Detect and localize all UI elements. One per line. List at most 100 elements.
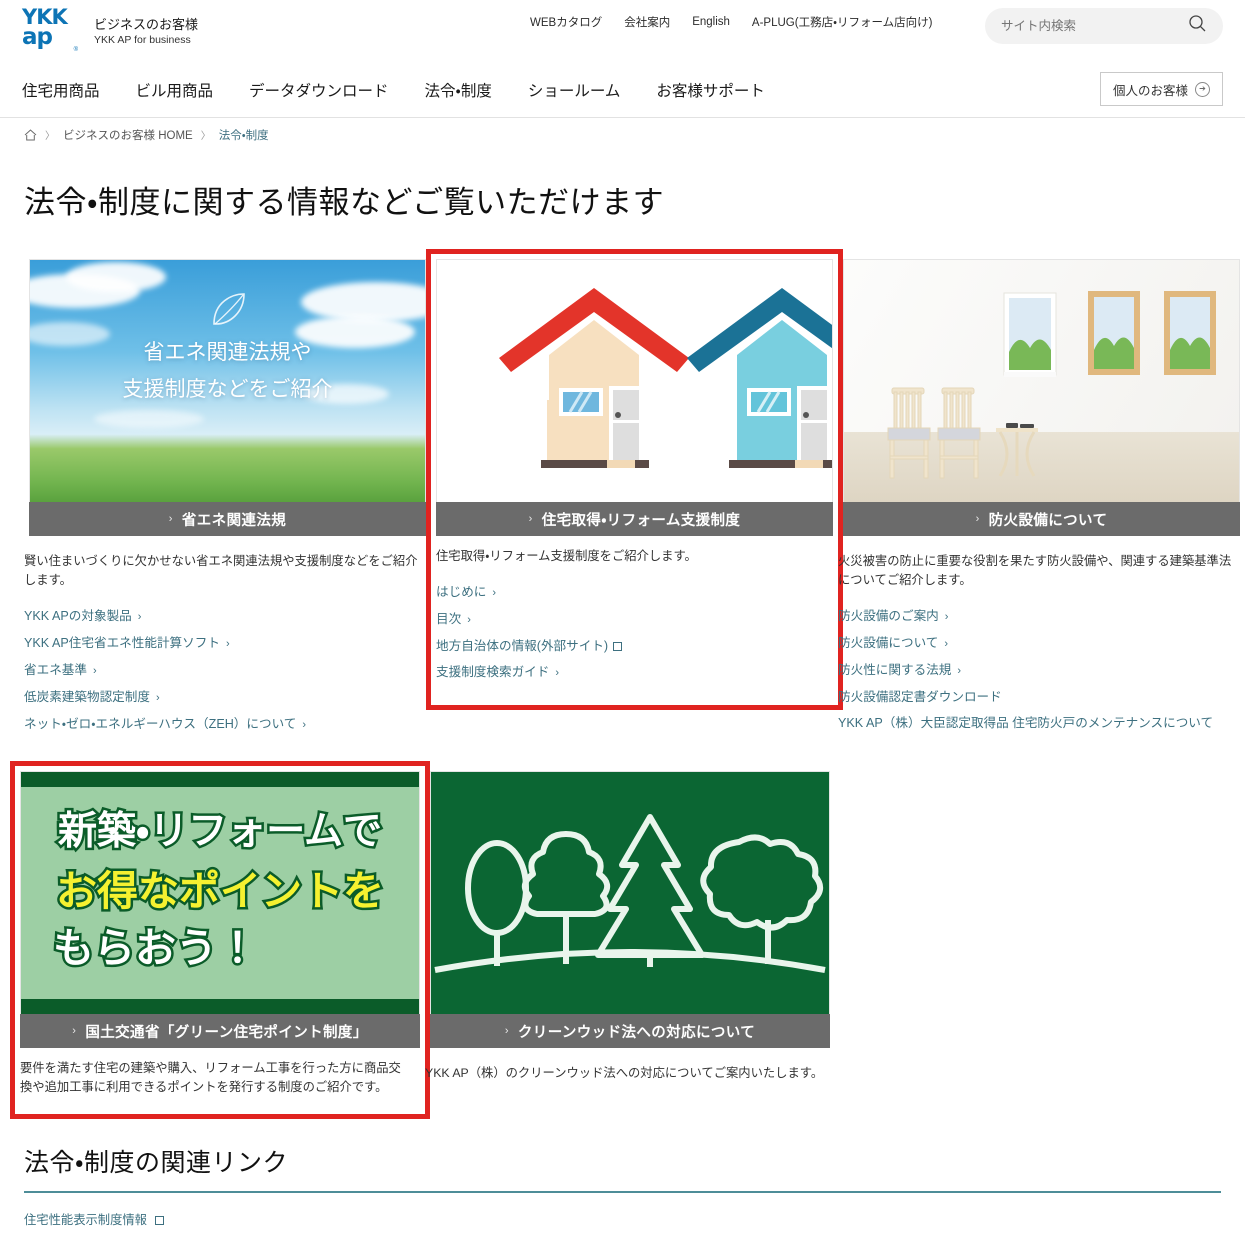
banner-bottom-band: [21, 999, 419, 1014]
related-links-title: 法令・制度の関連リンク: [24, 1149, 289, 1177]
card-column-empty: [835, 766, 1245, 1114]
card-title-bar-green-points[interactable]: › 国土交通省「グリーン住宅ポイント制度」: [20, 1014, 420, 1048]
card-description-housing-support: 住宅取得・リフォーム支援制度をご紹介します。: [436, 549, 697, 563]
link-table-of-contents[interactable]: 目次 ›: [436, 606, 833, 633]
utility-bar: YKK ap ® ビジネスのお客様 YKK AP for business WE…: [0, 0, 1245, 62]
card-grid-row-2: 新築・リフォームで お得なポイントを もらおう！ › 国土交通省「グリーン住宅ポ…: [0, 761, 1245, 1119]
link-energy-calc-software[interactable]: YKK AP住宅省エネ性能計算ソフト ›: [24, 630, 431, 657]
link-label: 住宅性能表示制度情報: [24, 1213, 147, 1227]
banner-line-2: お得なポイントを: [54, 865, 387, 918]
room-with-windows-photo: [844, 260, 1239, 502]
chevron-right-icon: ›: [975, 513, 980, 525]
link-label: 防火設備について: [838, 636, 939, 650]
link-label: YKK AP（株）大臣認定取得品 住宅防火戸のメンテナンスについて: [838, 716, 1214, 730]
card-links-energy-saving: YKK APの対象製品 › YKK AP住宅省エネ性能計算ソフト › 省エネ基準 › …: [24, 603, 431, 738]
link-fire-equipment-guide[interactable]: 防火設備のご案内 ›: [838, 603, 1245, 630]
link-fire-door-maintenance[interactable]: YKK AP（株）大臣認定取得品 住宅防火戸のメンテナンスについて: [838, 710, 1245, 736]
card-title-bar-fire-prevention[interactable]: › 防火設備について: [843, 502, 1240, 536]
nav-item-data-download[interactable]: データダウンロード: [249, 79, 389, 101]
chevron-right-icon: ›: [504, 1025, 509, 1037]
link-about-fire-equipment[interactable]: 防火設備について ›: [838, 630, 1245, 657]
link-label: YKK APの対象製品: [24, 609, 132, 623]
card-clean-wood-act[interactable]: › クリーンウッド法への対応について YKK AP（株）のクリーンウッド法への対…: [425, 766, 835, 1083]
two-houses-illustration: [437, 260, 832, 502]
cloud-shape: [94, 410, 204, 428]
card-thumbnail-energy-saving: 省エネ関連法規や 支援制度などをご紹介: [29, 259, 426, 502]
nav-item-laws-systems[interactable]: 法令・制度: [425, 79, 492, 101]
link-fire-regulations[interactable]: 防火性に関する法規 ›: [838, 657, 1245, 684]
persona-switch-button[interactable]: 個人のお客様 ➔: [1099, 72, 1223, 106]
banner-top-band: [21, 772, 419, 787]
card-title-label: 住宅取得・リフォーム支援制度: [541, 512, 741, 529]
utility-link-english[interactable]: English: [692, 16, 730, 28]
link-ykk-target-products[interactable]: YKK APの対象製品 ›: [24, 603, 431, 630]
brand-name-jp: ビジネスのお客様: [94, 16, 199, 32]
nav-item-support[interactable]: お客様サポート: [656, 79, 765, 101]
link-label: 地方自治体の情報(外部サイト): [436, 639, 609, 653]
card-description-fire-prevention: 火災被害の防止に重要な役割を果たす防火設備や、関連する建築基準法についてご紹介し…: [838, 554, 1232, 587]
brand-name-en: YKK AP for business: [94, 33, 191, 46]
utility-link-web-catalog[interactable]: WEBカタログ: [530, 14, 602, 30]
nav-item-residential[interactable]: 住宅用商品: [22, 79, 100, 101]
banner-line-1: 新築・リフォームで: [55, 807, 384, 857]
logo-ap-text: ap: [22, 24, 53, 50]
home-icon[interactable]: [24, 128, 37, 141]
related-link-housing-performance[interactable]: 住宅性能表示制度情報: [24, 1210, 165, 1228]
card-title-label: 国土交通省「グリーン住宅ポイント制度」: [85, 1024, 368, 1041]
link-label: 防火性に関する法規: [838, 663, 952, 677]
external-link-icon: [613, 642, 623, 651]
nav-item-building[interactable]: ビル用商品: [136, 79, 214, 101]
link-support-search-guide[interactable]: 支援制度検索ガイド ›: [436, 659, 833, 686]
thumbnail-caption: 省エネ関連法規や 支援制度などをご紹介: [30, 334, 425, 408]
card-title-bar-housing-support[interactable]: › 住宅取得・リフォーム支援制度: [436, 502, 833, 536]
green-points-banner: 新築・リフォームで お得なポイントを もらおう！: [21, 772, 419, 1014]
link-certificate-download[interactable]: 防火設備認定書ダウンロード: [838, 684, 1245, 710]
trees-illustration: [431, 772, 829, 1014]
card-title-bar-energy-saving[interactable]: › 省エネ関連法規: [29, 502, 426, 536]
link-label: 防火設備のご案内: [838, 609, 939, 623]
site-search[interactable]: [985, 8, 1223, 44]
related-links-section: 法令・制度の関連リンク 住宅性能表示制度情報: [24, 1143, 1221, 1229]
utility-link-a-plug[interactable]: A-PLUG(工務店・リフォーム店向け): [752, 14, 933, 30]
card-column-clean-wood: › クリーンウッド法への対応について YKK AP（株）のクリーンウッド法への対…: [425, 766, 835, 1114]
search-input[interactable]: [1001, 19, 1188, 33]
card-links-housing-support: はじめに › 目次 › 地方自治体の情報(外部サイト) 支援制度検索ガイド ›: [436, 579, 833, 686]
card-fire-prevention[interactable]: › 防火設備について 火災被害の防止に重要な役割を果たす防火設備や、関連する建築…: [838, 254, 1245, 736]
link-label: 低炭素建築物認定制度: [24, 690, 150, 704]
persona-switch-label: 個人のお客様: [1112, 83, 1188, 98]
link-label: YKK AP住宅省エネ性能計算ソフト: [24, 636, 220, 650]
nav-item-showroom[interactable]: ショールーム: [528, 79, 621, 101]
chevron-right-icon: ›: [72, 1025, 77, 1037]
card-description-clean-wood: YKK AP（株）のクリーンウッド法への対応についてご案内いたします。: [425, 1066, 824, 1080]
thumbnail-caption-line2: 支援制度などをご紹介: [122, 378, 333, 401]
search-icon[interactable]: [1188, 14, 1207, 38]
card-title-label: 防火設備について: [988, 512, 1108, 529]
breadcrumb-item-current: 法令・制度: [218, 129, 269, 142]
card-links-fire-prevention: 防火設備のご案内 › 防火設備について › 防火性に関する法規 › 防火設備認定書ダウ…: [838, 603, 1245, 736]
card-green-housing-points[interactable]: 新築・リフォームで お得なポイントを もらおう！ › 国土交通省「グリーン住宅ポ…: [10, 761, 430, 1119]
page-title: 法令・制度に関する情報などご覧いただけます: [24, 185, 665, 220]
link-label: 目次: [436, 612, 462, 626]
card-thumbnail-housing-support: [436, 259, 833, 502]
card-title-bar-clean-wood[interactable]: › クリーンウッド法への対応について: [430, 1014, 830, 1048]
link-energy-standard[interactable]: 省エネ基準 ›: [24, 657, 431, 684]
card-column-fire-prevention: › 防火設備について 火災被害の防止に重要な役割を果たす防火設備や、関連する建築…: [838, 254, 1245, 738]
card-description-energy-saving: 賢い住まいづくりに欠かせない省エネ関連法規や支援制度などをご紹介します。: [24, 554, 418, 587]
card-thumbnail-fire-prevention: [843, 259, 1240, 502]
link-low-carbon-certification[interactable]: 低炭素建築物認定制度 ›: [24, 684, 431, 711]
main-navigation: 住宅用商品 ビル用商品 データダウンロード 法令・制度 ショールーム お客様サポ…: [0, 62, 1245, 118]
breadcrumb-item-home[interactable]: ビジネスのお客様 HOME: [63, 127, 193, 143]
link-label: 防火設備認定書ダウンロード: [838, 690, 1002, 704]
link-local-government-info[interactable]: 地方自治体の情報(外部サイト): [436, 633, 833, 659]
card-energy-saving[interactable]: 省エネ関連法規や 支援制度などをご紹介 › 省エネ関連法規 賢い住まいづくりに欠…: [24, 254, 431, 738]
card-grid-row-1: 省エネ関連法規や 支援制度などをご紹介 › 省エネ関連法規 賢い住まいづくりに欠…: [0, 249, 1245, 738]
thumbnail-caption-line1: 省エネ関連法規や: [143, 341, 312, 364]
link-zeh[interactable]: ネット・ゼロ・エネルギーハウス（ZEH）について ›: [24, 711, 431, 738]
breadcrumb-separator-2: 〉: [200, 131, 211, 142]
utility-link-company[interactable]: 会社案内: [624, 14, 670, 30]
link-label: 支援制度検索ガイド: [436, 665, 550, 679]
card-housing-support[interactable]: › 住宅取得・リフォーム支援制度 住宅取得・リフォーム支援制度をご紹介します。 …: [426, 249, 843, 710]
cloud-shape: [66, 262, 166, 292]
site-logo[interactable]: YKK ap ® ビジネスのお客様 YKK AP for business: [22, 7, 199, 54]
link-introduction[interactable]: はじめに ›: [436, 579, 833, 606]
